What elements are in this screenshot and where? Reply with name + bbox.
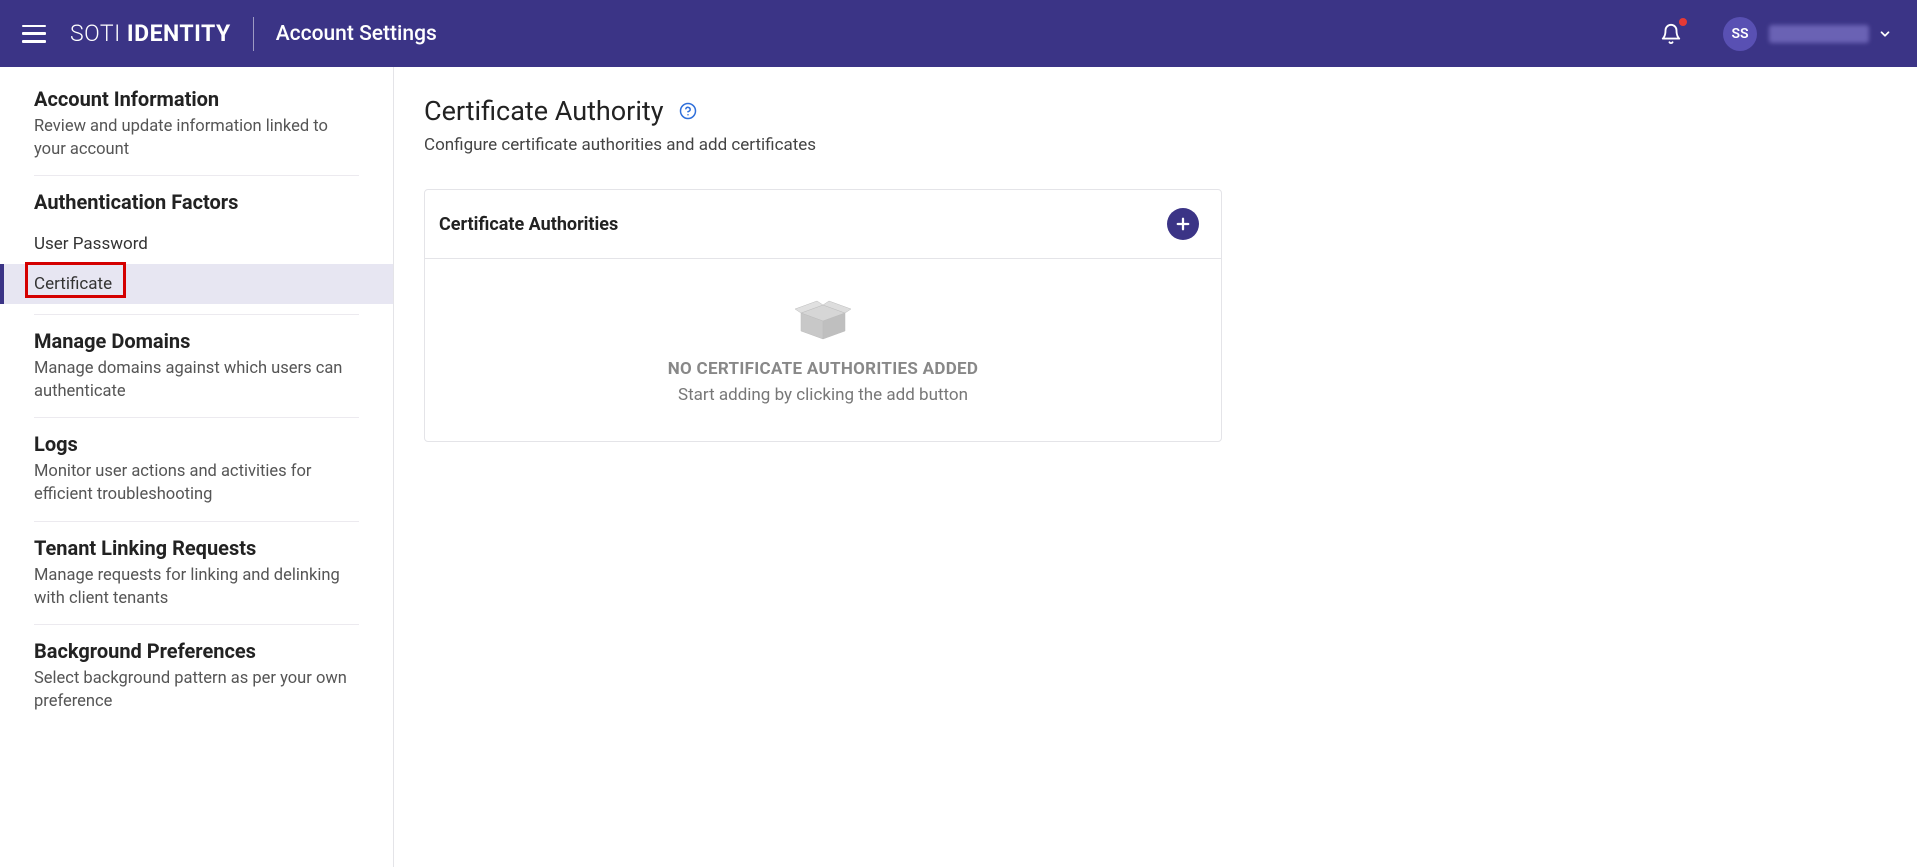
chevron-down-icon [1878,27,1892,41]
sidebar-item-title: Background Preferences [34,639,359,663]
sidebar-item-title: Manage Domains [34,329,359,353]
card-title: Certificate Authorities [439,214,618,235]
page-title: Certificate Authority [424,95,664,127]
help-button[interactable] [678,101,698,121]
header-divider [253,17,254,51]
empty-box-icon [793,293,853,341]
empty-state-subtitle: Start adding by clicking the add button [445,385,1201,405]
user-menu-toggle[interactable] [1877,26,1893,42]
sidebar-item-account-information[interactable]: Account Information Review and update in… [34,85,359,176]
avatar[interactable]: SS [1723,17,1757,51]
avatar-initials: SS [1731,26,1748,42]
sidebar: Account Information Review and update in… [0,67,394,867]
card-empty-state: NO CERTIFICATE AUTHORITIES ADDED Start a… [425,259,1221,441]
sidebar-item-desc: Monitor user actions and activities for … [34,460,359,506]
notification-dot [1679,18,1687,26]
certificate-authorities-card: Certificate Authorities [424,189,1222,442]
add-certificate-authority-button[interactable] [1167,208,1199,240]
app-header: SOTI IDENTITY Account Settings SS [0,0,1917,67]
sidebar-item-desc: Manage domains against which users can a… [34,357,359,403]
bell-icon [1660,22,1682,46]
sidebar-item-certificate[interactable]: Certificate [34,264,359,304]
sidebar-item-logs[interactable]: Logs Monitor user actions and activities… [34,418,359,521]
logo-bold: IDENTITY [127,20,231,47]
user-name-blurred [1769,25,1869,43]
header-title: Account Settings [276,22,437,46]
sidebar-item-title: Account Information [34,87,359,111]
sidebar-item-desc: Manage requests for linking and delinkin… [34,564,359,610]
plus-icon [1174,215,1192,233]
logo-prefix: SOTI [70,20,127,47]
empty-state-title: NO CERTIFICATE AUTHORITIES ADDED [445,359,1201,379]
sidebar-item-manage-domains[interactable]: Manage Domains Manage domains against wh… [34,315,359,418]
main-content: Certificate Authority Configure certific… [394,67,1917,867]
app-logo[interactable]: SOTI IDENTITY [70,20,231,47]
sidebar-item-label: Certificate [34,274,112,294]
sidebar-item-title: Tenant Linking Requests [34,536,359,560]
help-icon [679,102,697,120]
sidebar-item-label: User Password [34,234,148,254]
notifications-button[interactable] [1657,20,1685,48]
sidebar-group-authentication-factors: Authentication Factors [34,176,359,224]
sidebar-item-title: Logs [34,432,359,456]
sidebar-item-desc: Select background pattern as per your ow… [34,667,359,713]
sidebar-group-title: Authentication Factors [34,190,359,214]
sidebar-item-desc: Review and update information linked to … [34,115,359,161]
active-accent-bar [0,264,4,304]
page-subtitle: Configure certificate authorities and ad… [424,135,1917,155]
sidebar-item-background-preferences[interactable]: Background Preferences Select background… [34,625,359,727]
card-header: Certificate Authorities [425,190,1221,259]
sidebar-item-user-password[interactable]: User Password [34,224,359,264]
menu-icon[interactable] [22,25,46,43]
sidebar-item-tenant-linking-requests[interactable]: Tenant Linking Requests Manage requests … [34,522,359,625]
